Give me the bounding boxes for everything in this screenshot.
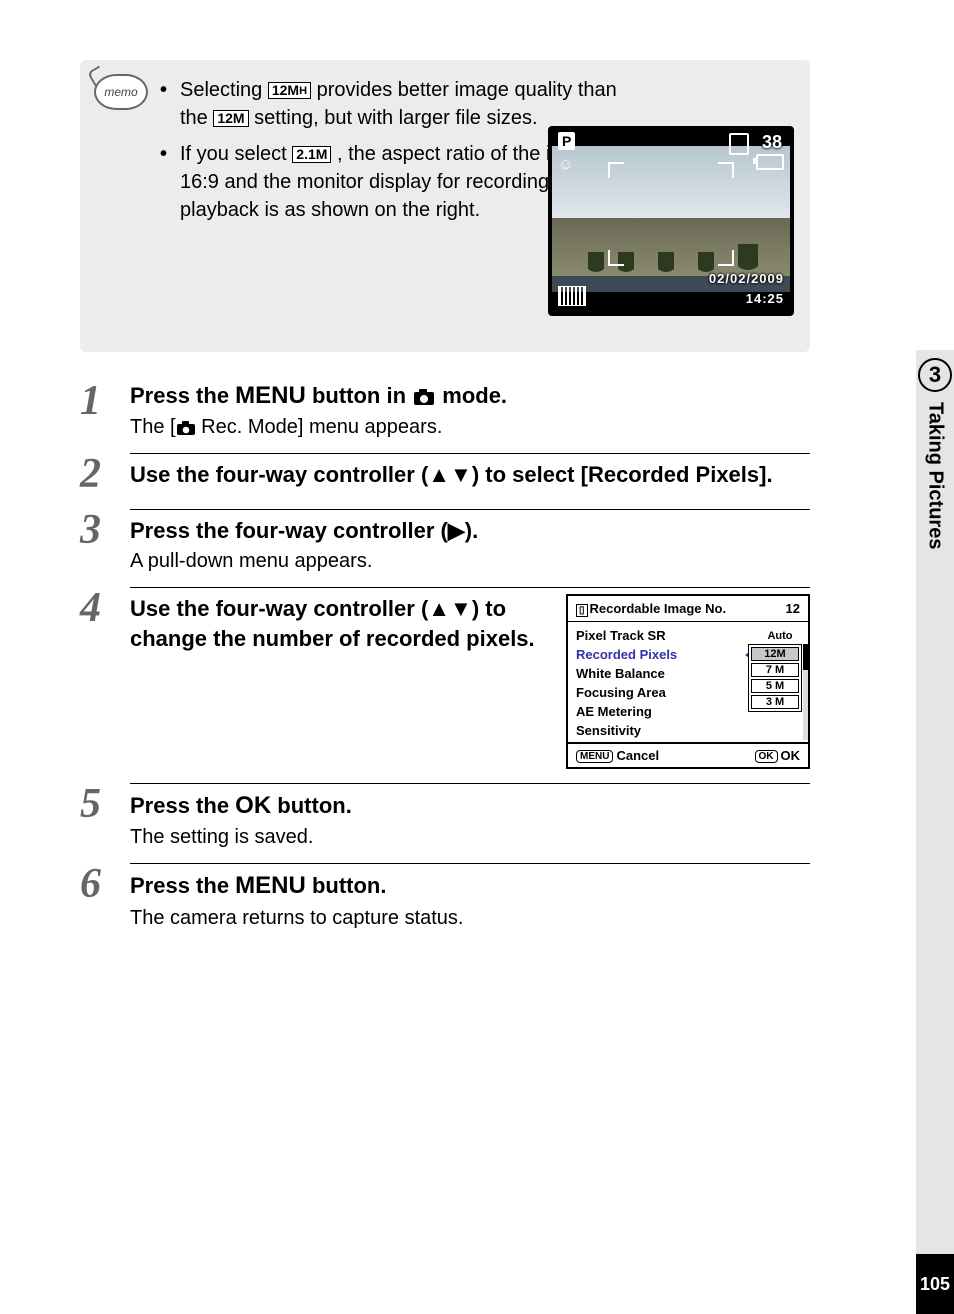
text: If you select [180, 143, 292, 165]
dropdown-option: 7 M [751, 663, 799, 677]
step-number: 2 [80, 453, 130, 495]
step-description: The setting is saved. [130, 826, 810, 849]
step-6: 6 Press the MENU button. The camera retu… [80, 863, 810, 929]
page-number: 105 [916, 1254, 954, 1314]
shots-remaining: 38 [762, 132, 782, 153]
step-title: Press the MENU button. [130, 870, 810, 902]
dropdown-option: 3 M [751, 695, 799, 709]
step-number: 1 [80, 380, 130, 439]
menu-footer-label: OK [781, 748, 801, 763]
step-number: 3 [80, 509, 130, 573]
pixel-dropdown: 12M 7 M 5 M 3 M [748, 644, 802, 712]
face-detect-icon: ☺ [558, 156, 573, 173]
step-title: Press the OK button. [130, 790, 810, 822]
text: setting, but with larger file sizes. [254, 107, 537, 129]
menu-row: Sensitivity [576, 721, 800, 740]
menu-button-label: MENU [235, 382, 306, 409]
menu-header-value: 12 [786, 601, 800, 616]
af-frame-corner [718, 250, 734, 266]
ok-button-label: OK [235, 792, 271, 819]
menu-scrollbar [803, 644, 808, 740]
camera-icon [176, 421, 196, 436]
chapter-number-badge: 3 [918, 358, 952, 392]
battery-icon [756, 154, 784, 170]
dropdown-option: 12M [751, 647, 799, 661]
menu-button-label: MENU [235, 872, 306, 899]
lcd-date: 02/02/2009 [709, 271, 784, 286]
camera-icon [412, 388, 436, 406]
chapter-side-tab: 3 Taking Pictures [916, 350, 954, 1280]
lcd-preview: P ☺ 38 02/02/2009 14:25 [548, 126, 794, 316]
pixel-badge: 12MH [268, 82, 311, 99]
pixel-badge: 2.1M [292, 146, 331, 163]
menu-footer: MENUCancel OKOK [568, 742, 808, 767]
ok-key-badge: OK [755, 750, 778, 763]
lcd-time: 14:25 [746, 291, 784, 306]
lcd-overlay: P ☺ 38 02/02/2009 14:25 [548, 126, 794, 316]
step-description: A pull-down menu appears. [130, 550, 810, 573]
step-list: 1 Press the MENU button in mode. The [ R… [80, 380, 810, 930]
step-title: Press the MENU button in mode. [130, 380, 810, 412]
step-title: Press the four-way controller (▶). [130, 516, 810, 546]
step-title: Use the four-way controller (▲▼) to sele… [130, 460, 810, 490]
histogram-icon [558, 286, 586, 306]
menu-header: ▯Recordable Image No. 12 [568, 596, 808, 622]
step-1: 1 Press the MENU button in mode. The [ R… [80, 380, 810, 439]
pixel-badge: 12M [213, 110, 248, 127]
dropdown-option: 5 M [751, 679, 799, 693]
menu-item-value: Auto [760, 630, 800, 642]
af-frame-corner [608, 250, 624, 266]
step-5: 5 Press the OK button. The setting is sa… [80, 783, 810, 849]
menu-item-label: Recorded Pixels [576, 647, 745, 662]
menu-item-label: Sensitivity [576, 723, 800, 738]
memo-item: Selecting 12MH provides better image qua… [160, 76, 650, 132]
menu-key-badge: MENU [576, 750, 613, 763]
step-number: 6 [80, 863, 130, 929]
step-number: 4 [80, 587, 130, 769]
camera-tab-icon: ▯ [576, 604, 588, 617]
menu-item-label: Pixel Track SR [576, 628, 756, 643]
step-4: 4 Use the four-way controller (▲▼) to ch… [80, 587, 810, 769]
mode-indicator: P [558, 132, 575, 150]
menu-header-label: Recordable Image No. [590, 601, 727, 616]
chapter-title: Taking Pictures [924, 402, 947, 549]
step-description: The camera returns to capture status. [130, 907, 810, 930]
memo-callout: memo Selecting 12MH provides better imag… [80, 60, 810, 352]
memo-icon: memo [94, 74, 148, 110]
step-number: 5 [80, 783, 130, 849]
step-description: The [ Rec. Mode] menu appears. [130, 416, 810, 439]
menu-body: Pixel Track SR Auto Recorded Pixels 12MH… [568, 622, 808, 742]
af-frame-corner [608, 162, 624, 178]
manual-page: 3 Taking Pictures 105 memo Selecting 12M… [0, 0, 954, 1314]
page-content: memo Selecting 12MH provides better imag… [0, 0, 870, 930]
menu-row: Pixel Track SR Auto [576, 626, 800, 645]
memory-card-icon [729, 133, 749, 155]
af-frame-corner [718, 162, 734, 178]
camera-menu-illustration: ▯Recordable Image No. 12 Pixel Track SR … [566, 594, 810, 769]
step-title: Use the four-way controller (▲▼) to chan… [130, 594, 546, 653]
step-3: 3 Press the four-way controller (▶). A p… [80, 509, 810, 573]
menu-footer-label: Cancel [616, 748, 659, 763]
step-2: 2 Use the four-way controller (▲▼) to se… [80, 453, 810, 495]
text: Selecting [180, 79, 268, 101]
